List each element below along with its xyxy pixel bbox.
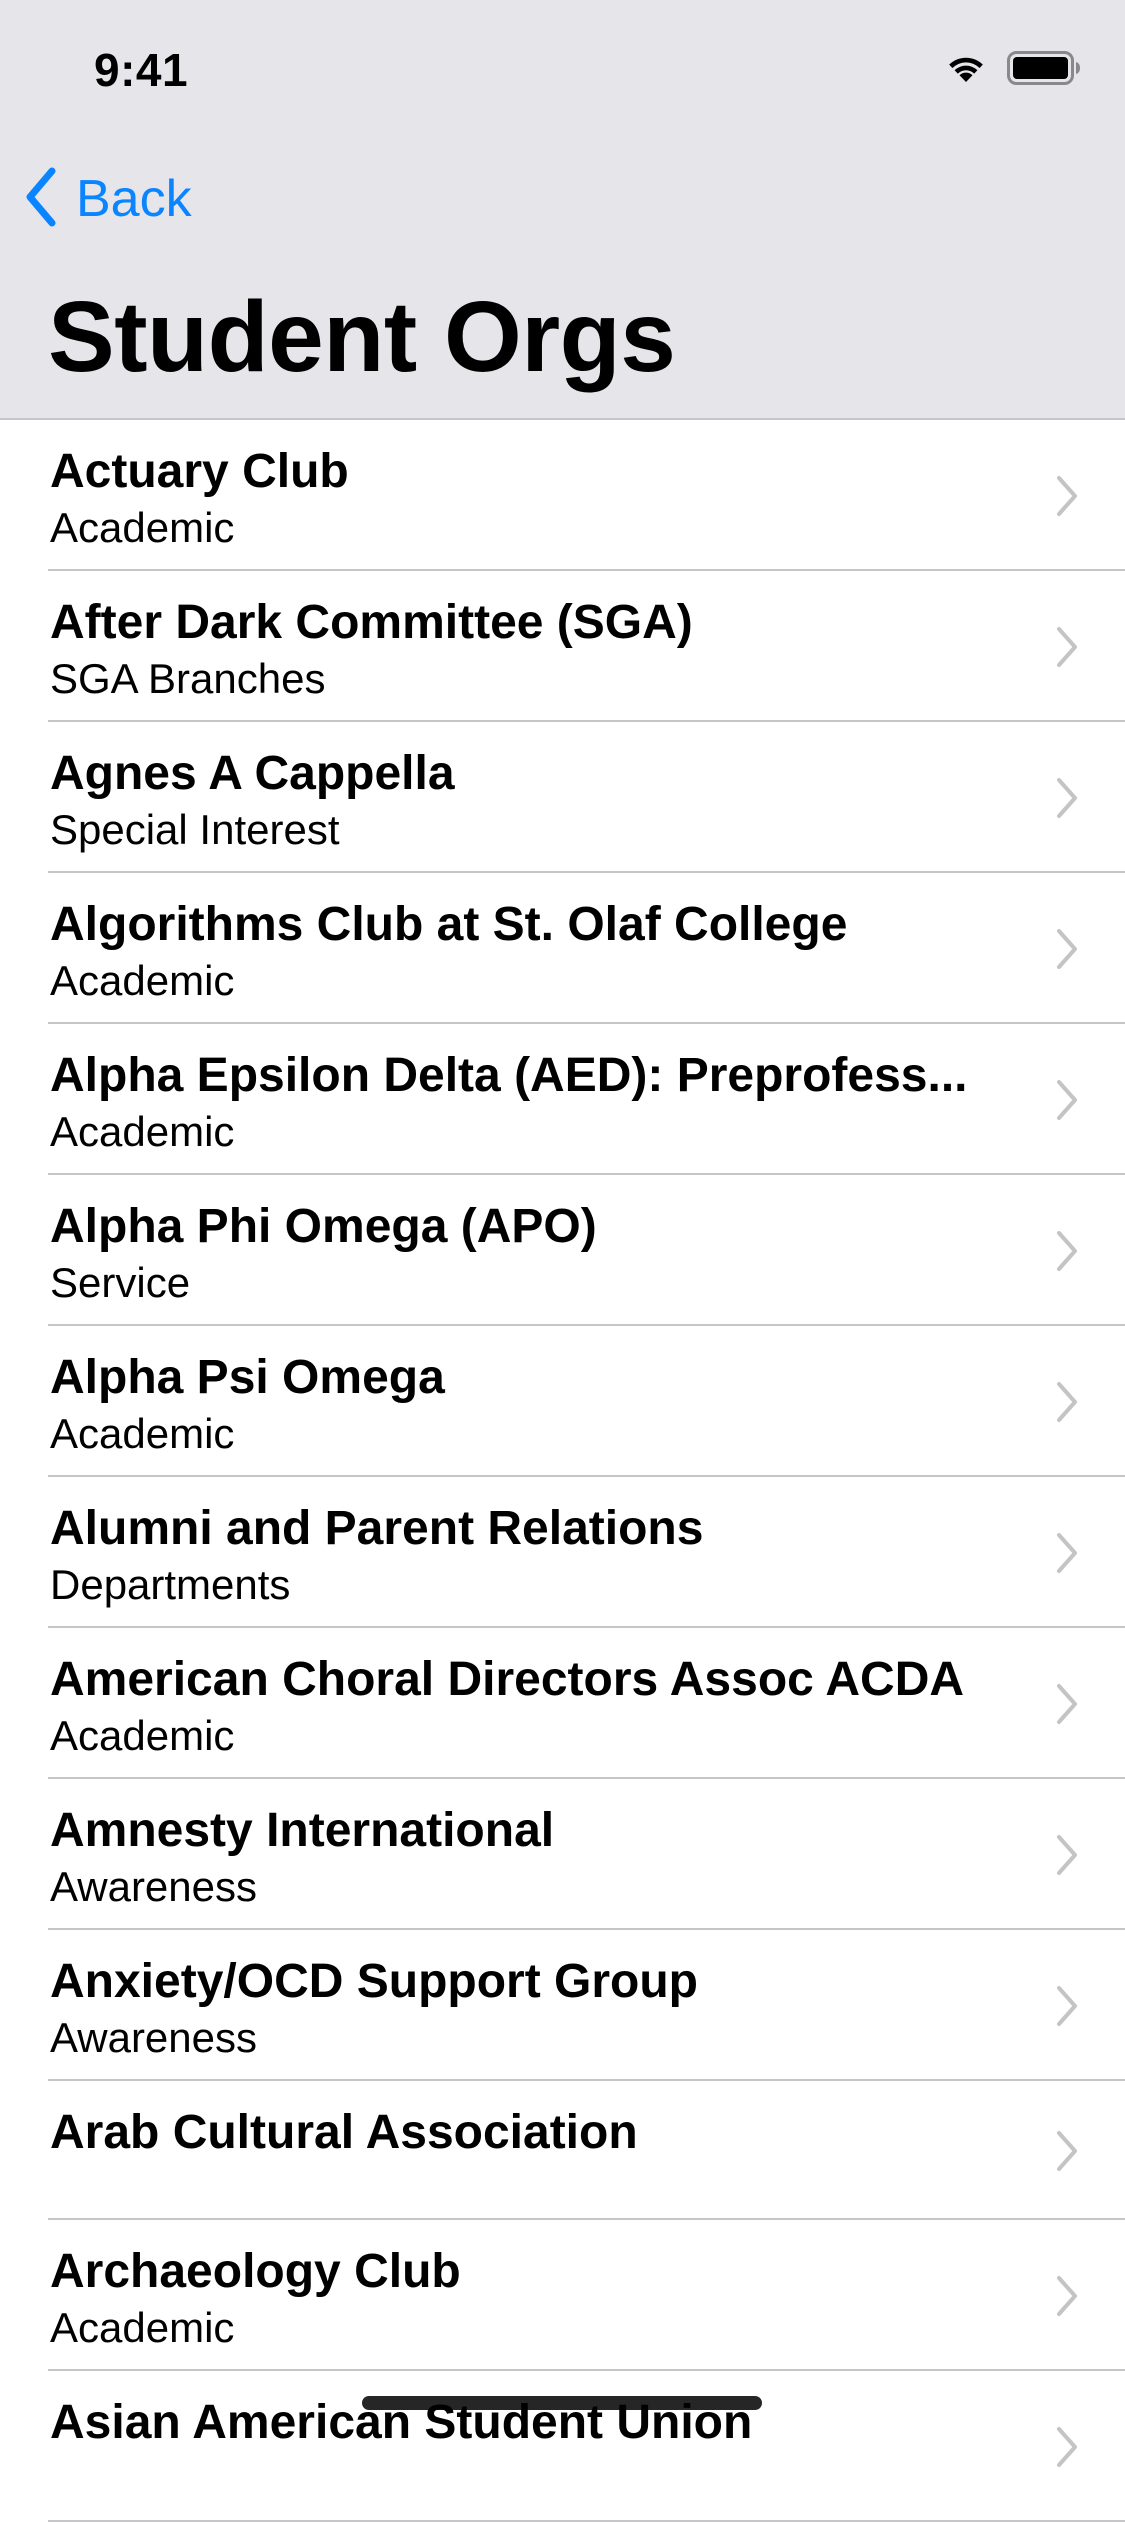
org-category: Awareness (50, 2014, 258, 2061)
org-name: Agnes A Cappella (50, 747, 455, 800)
org-row[interactable]: Arab Cultural Association (0, 2081, 1125, 2220)
org-row[interactable]: Alpha Phi Omega (APO) Service (0, 1175, 1125, 1326)
chevron-right-icon (1057, 2426, 1077, 2467)
org-name: Alpha Phi Omega (APO) (50, 1200, 597, 1253)
org-name: Archaeology Club (50, 2245, 461, 2298)
org-name: Alumni and Parent Relations (50, 1502, 704, 1555)
status-time: 9:41 (94, 44, 189, 96)
back-label: Back (76, 170, 192, 228)
org-name: Alpha Epsilon Delta (AED): Preprofess... (50, 1049, 968, 1102)
org-category: SGA Branches (50, 655, 326, 702)
org-row[interactable]: Anxiety/OCD Support Group Awareness (0, 1930, 1125, 2081)
chevron-right-icon (1057, 1381, 1077, 1422)
org-row[interactable]: Alpha Epsilon Delta (AED): Preprofess...… (0, 1024, 1125, 1175)
org-category: Academic (50, 1712, 235, 1759)
chevron-left-icon (24, 167, 58, 232)
org-name: Anxiety/OCD Support Group (50, 1955, 698, 2008)
org-category: Awareness (50, 1863, 258, 1910)
org-row[interactable]: American Choral Directors Assoc ACDA Aca… (0, 1628, 1125, 1779)
org-list: Actuary Club Academic After Dark Committ… (0, 420, 1125, 2522)
chevron-right-icon (1057, 1985, 1077, 2026)
chevron-right-icon (1057, 777, 1077, 818)
back-button[interactable]: Back (24, 166, 192, 232)
org-row[interactable]: Algorithms Club at St. Olaf College Acad… (0, 873, 1125, 1024)
navigation-header: 9:41 Back Student Orgs (0, 0, 1125, 420)
org-category: Special Interest (50, 806, 340, 853)
chevron-right-icon (1057, 1230, 1077, 1271)
org-category: Academic (50, 2304, 235, 2351)
org-name: Algorithms Club at St. Olaf College (50, 898, 848, 951)
org-row[interactable]: Agnes A Cappella Special Interest (0, 722, 1125, 873)
chevron-right-icon (1057, 2275, 1077, 2316)
org-name: After Dark Committee (SGA) (50, 596, 693, 649)
org-category: Academic (50, 1410, 235, 1457)
wifi-icon (945, 52, 987, 89)
org-row[interactable]: Alpha Psi Omega Academic (0, 1326, 1125, 1477)
chevron-right-icon (1057, 2130, 1077, 2171)
org-name: Alpha Psi Omega (50, 1351, 445, 1404)
chevron-right-icon (1057, 1683, 1077, 1724)
org-row[interactable]: Asian American Student Union (0, 2371, 1125, 2522)
chevron-right-icon (1057, 626, 1077, 667)
org-row[interactable]: After Dark Committee (SGA) SGA Branches (0, 571, 1125, 722)
battery-icon (1007, 50, 1081, 90)
org-category: Service (50, 1259, 191, 1306)
org-row[interactable]: Actuary Club Academic (0, 420, 1125, 571)
chevron-right-icon (1057, 1532, 1077, 1573)
org-category: Departments (50, 1561, 291, 1608)
org-name: American Choral Directors Assoc ACDA (50, 1653, 965, 1706)
chevron-right-icon (1057, 928, 1077, 969)
org-row[interactable]: Amnesty International Awareness (0, 1779, 1125, 1930)
org-category: Academic (50, 957, 235, 1004)
status-icons (945, 48, 1081, 92)
org-category: Academic (50, 1108, 235, 1155)
org-name: Actuary Club (50, 445, 349, 498)
org-name: Amnesty International (50, 1804, 555, 1857)
chevron-right-icon (1057, 475, 1077, 516)
page-title: Student Orgs (48, 281, 676, 393)
org-row[interactable]: Alumni and Parent Relations Departments (0, 1477, 1125, 1628)
org-category: Academic (50, 504, 235, 551)
home-indicator[interactable] (362, 2396, 762, 2410)
chevron-right-icon (1057, 1079, 1077, 1120)
org-name: Arab Cultural Association (50, 2106, 638, 2159)
chevron-right-icon (1057, 1834, 1077, 1875)
org-row[interactable]: Archaeology Club Academic (0, 2220, 1125, 2371)
